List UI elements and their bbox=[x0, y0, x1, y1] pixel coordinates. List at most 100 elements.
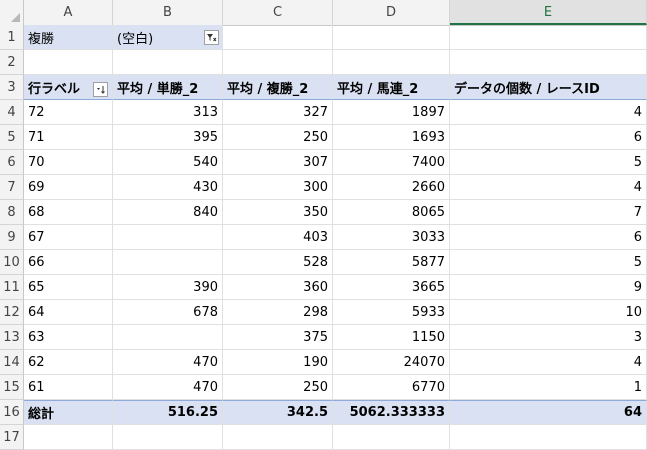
total-label[interactable]: 総計 bbox=[24, 400, 113, 425]
avg-win-cell[interactable]: 470 bbox=[113, 375, 223, 400]
avg-quinella-cell[interactable]: 5877 bbox=[333, 250, 450, 275]
row-header-15[interactable]: 15 bbox=[0, 375, 24, 400]
filter-dropdown-icon[interactable] bbox=[204, 30, 219, 45]
column-header-c[interactable]: C bbox=[223, 0, 333, 25]
column-header-e[interactable]: E bbox=[450, 0, 647, 25]
avg-quinella-cell[interactable]: 3033 bbox=[333, 225, 450, 250]
row-label[interactable]: 67 bbox=[24, 225, 113, 250]
avg-place-cell[interactable]: 190 bbox=[223, 350, 333, 375]
row-header-5[interactable]: 5 bbox=[0, 125, 24, 150]
row-header-11[interactable]: 11 bbox=[0, 275, 24, 300]
avg-win-cell[interactable]: 430 bbox=[113, 175, 223, 200]
avg-place-cell[interactable]: 403 bbox=[223, 225, 333, 250]
row-label[interactable]: 65 bbox=[24, 275, 113, 300]
column-header-b[interactable]: B bbox=[113, 0, 223, 25]
filter-field-value[interactable]: (空白) bbox=[113, 25, 223, 50]
avg-place-cell[interactable]: 307 bbox=[223, 150, 333, 175]
cell-row2-0[interactable] bbox=[24, 50, 113, 75]
avg-win-cell[interactable]: 840 bbox=[113, 200, 223, 225]
header-avg-place[interactable]: 平均 / 複勝_2 bbox=[223, 75, 333, 100]
avg-place-cell[interactable]: 327 bbox=[223, 100, 333, 125]
row-header-14[interactable]: 14 bbox=[0, 350, 24, 375]
cell-e1[interactable] bbox=[450, 25, 647, 50]
avg-quinella-cell[interactable]: 1897 bbox=[333, 100, 450, 125]
avg-quinella-cell[interactable]: 6770 bbox=[333, 375, 450, 400]
header-avg-win[interactable]: 平均 / 単勝_2 bbox=[113, 75, 223, 100]
avg-quinella-cell[interactable]: 1693 bbox=[333, 125, 450, 150]
header-row-label[interactable]: 行ラベル bbox=[24, 75, 113, 100]
count-cell[interactable]: 4 bbox=[450, 175, 647, 200]
filter-field-label[interactable]: 複勝 bbox=[24, 25, 113, 50]
avg-place-cell[interactable]: 375 bbox=[223, 325, 333, 350]
row-label[interactable]: 63 bbox=[24, 325, 113, 350]
count-cell[interactable]: 5 bbox=[450, 150, 647, 175]
avg-place-cell[interactable]: 298 bbox=[223, 300, 333, 325]
avg-place-cell[interactable]: 250 bbox=[223, 125, 333, 150]
avg-win-cell[interactable] bbox=[113, 225, 223, 250]
row-header-10[interactable]: 10 bbox=[0, 250, 24, 275]
row-header-12[interactable]: 12 bbox=[0, 300, 24, 325]
row-header-6[interactable]: 6 bbox=[0, 150, 24, 175]
count-cell[interactable]: 7 bbox=[450, 200, 647, 225]
avg-place-cell[interactable]: 250 bbox=[223, 375, 333, 400]
row-label[interactable]: 72 bbox=[24, 100, 113, 125]
avg-win-cell[interactable]: 540 bbox=[113, 150, 223, 175]
cell-d1[interactable] bbox=[333, 25, 450, 50]
avg-quinella-cell[interactable]: 7400 bbox=[333, 150, 450, 175]
total-avg-win[interactable]: 516.25 bbox=[113, 400, 223, 425]
row-header-9[interactable]: 9 bbox=[0, 225, 24, 250]
column-header-a[interactable]: A bbox=[24, 0, 113, 25]
count-cell[interactable]: 4 bbox=[450, 350, 647, 375]
row-header-3[interactable]: 3 bbox=[0, 75, 24, 100]
row-header-1[interactable]: 1 bbox=[0, 25, 24, 50]
avg-win-cell[interactable]: 395 bbox=[113, 125, 223, 150]
row-label[interactable]: 68 bbox=[24, 200, 113, 225]
count-cell[interactable]: 3 bbox=[450, 325, 647, 350]
avg-quinella-cell[interactable]: 24070 bbox=[333, 350, 450, 375]
avg-win-cell[interactable] bbox=[113, 250, 223, 275]
cell-row2-2[interactable] bbox=[223, 50, 333, 75]
avg-place-cell[interactable]: 300 bbox=[223, 175, 333, 200]
avg-quinella-cell[interactable]: 5933 bbox=[333, 300, 450, 325]
row-label[interactable]: 71 bbox=[24, 125, 113, 150]
avg-quinella-cell[interactable]: 1150 bbox=[333, 325, 450, 350]
cell-row17-4[interactable] bbox=[450, 425, 647, 450]
row-label[interactable]: 64 bbox=[24, 300, 113, 325]
count-cell[interactable]: 6 bbox=[450, 225, 647, 250]
header-count-race[interactable]: データの個数 / レースID bbox=[450, 75, 647, 100]
cell-c1[interactable] bbox=[223, 25, 333, 50]
cell-row17-2[interactable] bbox=[223, 425, 333, 450]
cell-row2-1[interactable] bbox=[113, 50, 223, 75]
total-avg-quinella[interactable]: 5062.333333 bbox=[333, 400, 450, 425]
count-cell[interactable]: 1 bbox=[450, 375, 647, 400]
row-header-8[interactable]: 8 bbox=[0, 200, 24, 225]
avg-win-cell[interactable]: 678 bbox=[113, 300, 223, 325]
row-header-4[interactable]: 4 bbox=[0, 100, 24, 125]
avg-place-cell[interactable]: 360 bbox=[223, 275, 333, 300]
row-header-17[interactable]: 17 bbox=[0, 425, 24, 450]
column-header-d[interactable]: D bbox=[333, 0, 450, 25]
avg-win-cell[interactable]: 390 bbox=[113, 275, 223, 300]
row-label[interactable]: 70 bbox=[24, 150, 113, 175]
cell-row2-3[interactable] bbox=[333, 50, 450, 75]
avg-quinella-cell[interactable]: 2660 bbox=[333, 175, 450, 200]
row-header-7[interactable]: 7 bbox=[0, 175, 24, 200]
cell-row17-1[interactable] bbox=[113, 425, 223, 450]
total-avg-place[interactable]: 342.5 bbox=[223, 400, 333, 425]
select-all-corner[interactable] bbox=[0, 0, 24, 25]
avg-win-cell[interactable] bbox=[113, 325, 223, 350]
count-cell[interactable]: 6 bbox=[450, 125, 647, 150]
row-label[interactable]: 69 bbox=[24, 175, 113, 200]
header-avg-quinella[interactable]: 平均 / 馬連_2 bbox=[333, 75, 450, 100]
row-label[interactable]: 62 bbox=[24, 350, 113, 375]
row-label[interactable]: 66 bbox=[24, 250, 113, 275]
avg-win-cell[interactable]: 313 bbox=[113, 100, 223, 125]
row-header-13[interactable]: 13 bbox=[0, 325, 24, 350]
cell-row2-4[interactable] bbox=[450, 50, 647, 75]
row-label[interactable]: 61 bbox=[24, 375, 113, 400]
row-header-16[interactable]: 16 bbox=[0, 400, 24, 425]
avg-quinella-cell[interactable]: 8065 bbox=[333, 200, 450, 225]
avg-quinella-cell[interactable]: 3665 bbox=[333, 275, 450, 300]
cell-row17-3[interactable] bbox=[333, 425, 450, 450]
count-cell[interactable]: 5 bbox=[450, 250, 647, 275]
